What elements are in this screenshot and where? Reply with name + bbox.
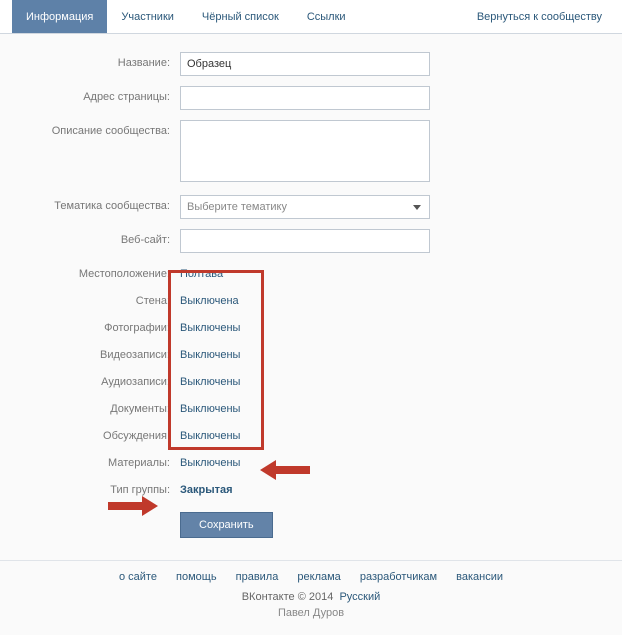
tab-members[interactable]: Участники	[107, 0, 188, 33]
address-input[interactable]	[180, 86, 430, 110]
location-value[interactable]: Полтава	[180, 263, 223, 280]
label-description: Описание сообщества:	[20, 120, 180, 137]
label-wall: Стена:	[20, 290, 180, 307]
tab-blacklist[interactable]: Чёрный список	[188, 0, 293, 33]
label-location: Местоположение:	[20, 263, 180, 280]
settings-form: Название: Адрес страницы: Описание сообщ…	[0, 34, 622, 560]
label-discussions: Обсуждения:	[20, 425, 180, 442]
website-input[interactable]	[180, 229, 430, 253]
tab-links[interactable]: Ссылки	[293, 0, 360, 33]
grouptype-value[interactable]: Закрытая	[180, 479, 233, 496]
tabs-bar: Информация Участники Чёрный список Ссылк…	[0, 0, 622, 34]
name-input[interactable]	[180, 52, 430, 76]
footer: о сайте помощь правила реклама разработч…	[0, 560, 622, 635]
footer-ads[interactable]: реклама	[297, 571, 340, 583]
footer-jobs[interactable]: вакансии	[456, 571, 503, 583]
photos-value[interactable]: Выключены	[180, 317, 240, 334]
author-text: Павел Дуров	[0, 607, 622, 619]
label-audios: Аудиозаписи:	[20, 371, 180, 388]
audios-value[interactable]: Выключены	[180, 371, 240, 388]
topic-select-value: Выберите тематику	[187, 201, 287, 213]
wall-value[interactable]: Выключена	[180, 290, 239, 307]
label-name: Название:	[20, 52, 180, 69]
label-grouptype: Тип группы:	[20, 479, 180, 496]
label-materials: Материалы:	[20, 452, 180, 469]
tab-info[interactable]: Информация	[12, 0, 107, 33]
copyright-text: ВКонтакте © 2014	[242, 591, 334, 603]
label-spacer	[20, 506, 180, 511]
save-button[interactable]: Сохранить	[180, 512, 273, 538]
label-topic: Тематика сообщества:	[20, 195, 180, 212]
label-videos: Видеозаписи:	[20, 344, 180, 361]
label-photos: Фотографии:	[20, 317, 180, 334]
label-address: Адрес страницы:	[20, 86, 180, 103]
language-link[interactable]: Русский	[339, 591, 380, 603]
topic-select[interactable]: Выберите тематику	[180, 195, 430, 219]
discussions-value[interactable]: Выключены	[180, 425, 240, 442]
footer-about[interactable]: о сайте	[119, 571, 157, 583]
videos-value[interactable]: Выключены	[180, 344, 240, 361]
label-website: Веб-сайт:	[20, 229, 180, 246]
footer-links: о сайте помощь правила реклама разработч…	[0, 571, 622, 583]
footer-rules[interactable]: правила	[236, 571, 279, 583]
materials-value[interactable]: Выключены	[180, 452, 240, 469]
footer-devs[interactable]: разработчикам	[360, 571, 437, 583]
description-textarea[interactable]	[180, 120, 430, 182]
docs-value[interactable]: Выключены	[180, 398, 240, 415]
copyright: ВКонтакте © 2014 Русский	[0, 591, 622, 603]
tab-back[interactable]: Вернуться к сообществу	[463, 0, 616, 33]
footer-help[interactable]: помощь	[176, 571, 217, 583]
label-docs: Документы:	[20, 398, 180, 415]
